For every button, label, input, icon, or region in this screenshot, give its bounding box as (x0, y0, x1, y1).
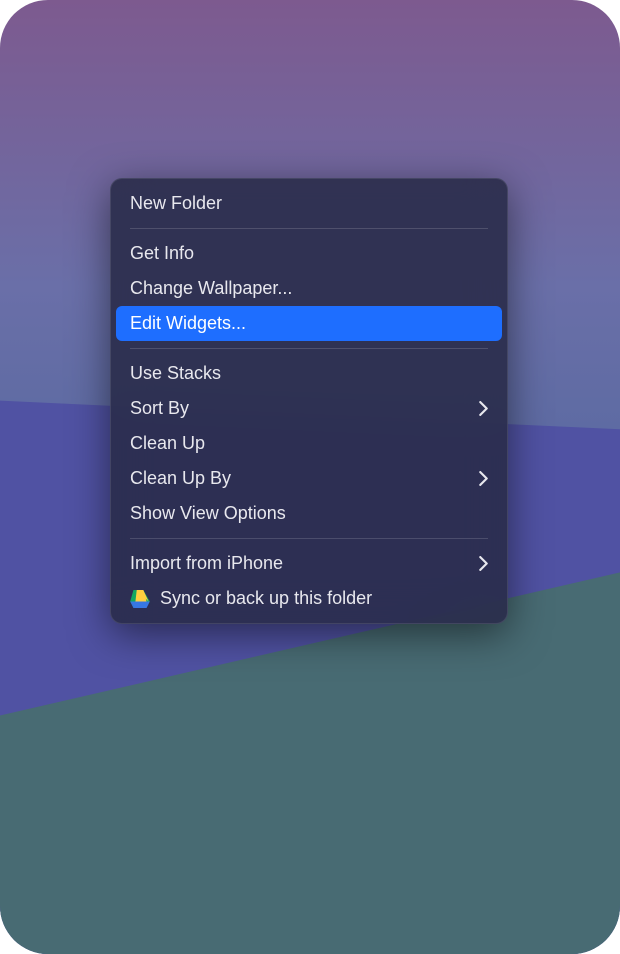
chevron-right-icon (478, 556, 488, 572)
menu-item-label: Clean Up By (130, 468, 231, 489)
menu-separator (130, 228, 488, 229)
menu-item-label: Change Wallpaper... (130, 278, 292, 299)
menu-item-show-view-options[interactable]: Show View Options (110, 496, 508, 531)
menu-item-label: Sync or back up this folder (160, 588, 372, 609)
menu-item-new-folder[interactable]: New Folder (110, 186, 508, 221)
menu-item-sync-backup[interactable]: Sync or back up this folder (110, 581, 508, 616)
menu-item-sort-by[interactable]: Sort By (110, 391, 508, 426)
menu-item-label: Sort By (130, 398, 189, 419)
menu-item-label: Get Info (130, 243, 194, 264)
menu-item-import-from-iphone[interactable]: Import from iPhone (110, 546, 508, 581)
chevron-right-icon (478, 471, 488, 487)
menu-item-label: New Folder (130, 193, 222, 214)
google-drive-icon (130, 590, 150, 608)
menu-separator (130, 348, 488, 349)
menu-item-use-stacks[interactable]: Use Stacks (110, 356, 508, 391)
menu-item-label: Show View Options (130, 503, 286, 524)
desktop-context-menu: New Folder Get Info Change Wallpaper... … (110, 178, 508, 624)
menu-item-change-wallpaper[interactable]: Change Wallpaper... (110, 271, 508, 306)
menu-item-label: Import from iPhone (130, 553, 283, 574)
chevron-right-icon (478, 401, 488, 417)
menu-item-get-info[interactable]: Get Info (110, 236, 508, 271)
menu-item-label: Edit Widgets... (130, 313, 246, 334)
menu-item-clean-up[interactable]: Clean Up (110, 426, 508, 461)
menu-separator (130, 538, 488, 539)
menu-item-clean-up-by[interactable]: Clean Up By (110, 461, 508, 496)
menu-item-label: Clean Up (130, 433, 205, 454)
menu-item-edit-widgets[interactable]: Edit Widgets... (116, 306, 502, 341)
menu-item-label: Use Stacks (130, 363, 221, 384)
